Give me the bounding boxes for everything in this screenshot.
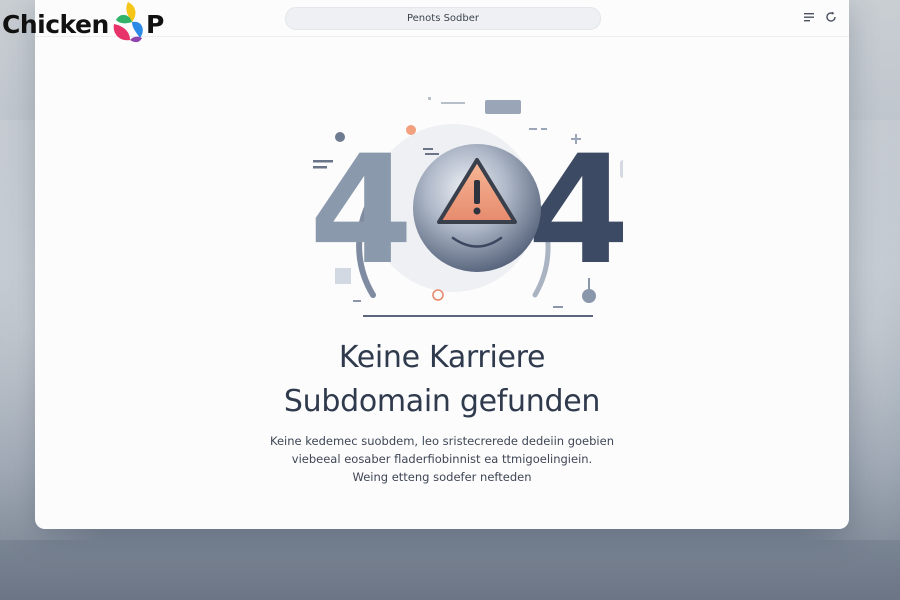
refresh-icon[interactable] [825,11,837,23]
headline-line-1: Keine Karriere [338,340,546,375]
digit-right: 4 [527,124,623,298]
error-headline: Keine Karriere Subdomain gefunden [35,336,849,424]
error-404-illustration: 4 4 [309,97,623,317]
error-description: Keine kedemec suobdem, leo sristecrerede… [35,432,849,486]
digit-left: 4 [309,124,413,298]
logo-text: Chicken [2,10,109,39]
logo-mark-icon [113,2,143,43]
description-line-2: viebeeal eosaber fladerfiobinnist ea ttm… [291,452,593,466]
browser-window: Penots Sodber 4 4 Keine Karriere Subdoma… [35,0,849,529]
headline-line-2: Subdomain gefunden [283,384,601,419]
menu-icon[interactable] [804,12,815,23]
logo-text-p: P [146,10,165,39]
address-bar[interactable]: Penots Sodber [285,7,601,30]
chickenup-logo[interactable]: Chicken P [0,0,170,52]
description-line-3: Weing etteng sodefer nefteden [352,470,532,484]
description-line-1: Keine kedemec suobdem, leo sristecrerede… [270,434,614,448]
